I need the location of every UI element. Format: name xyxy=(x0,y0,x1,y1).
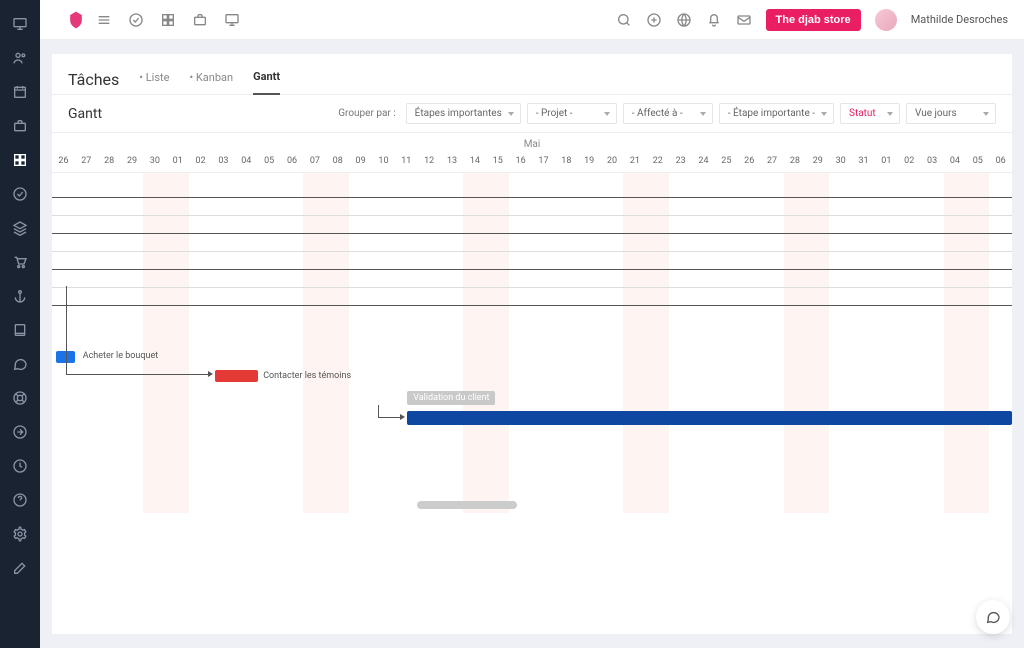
day-cell: 15 xyxy=(486,150,509,172)
day-cell: 21 xyxy=(623,150,646,172)
day-cell: 05 xyxy=(966,150,989,172)
day-cell: 02 xyxy=(898,150,921,172)
tab-list[interactable]: • Liste xyxy=(139,65,169,94)
tab-gantt[interactable]: Gantt xyxy=(253,64,280,95)
month-label: Mai xyxy=(52,133,1012,150)
day-cell: 22 xyxy=(646,150,669,172)
day-cell: 04 xyxy=(235,150,258,172)
store-button[interactable]: The djab store xyxy=(766,9,861,31)
clock-icon[interactable] xyxy=(12,458,28,474)
globe-icon[interactable] xyxy=(676,12,692,28)
milestone-label[interactable]: Validation du client xyxy=(407,391,495,405)
avatar[interactable] xyxy=(875,9,897,31)
day-cell: 16 xyxy=(509,150,532,172)
gantt-subtitle: Gantt xyxy=(68,106,102,122)
day-cell: 19 xyxy=(578,150,601,172)
mail-icon[interactable] xyxy=(736,12,752,28)
day-cell: 04 xyxy=(944,150,967,172)
day-cell: 17 xyxy=(532,150,555,172)
day-cell: 23 xyxy=(669,150,692,172)
day-cell: 06 xyxy=(989,150,1012,172)
day-cell: 20 xyxy=(601,150,624,172)
chat-icon[interactable] xyxy=(12,356,28,372)
users-icon[interactable] xyxy=(12,50,28,66)
edit-icon[interactable] xyxy=(12,560,28,576)
day-cell: 02 xyxy=(189,150,212,172)
day-cell: 01 xyxy=(166,150,189,172)
day-cell: 09 xyxy=(349,150,372,172)
day-cell: 29 xyxy=(121,150,144,172)
day-cell: 28 xyxy=(784,150,807,172)
day-cell: 18 xyxy=(555,150,578,172)
day-cell: 08 xyxy=(326,150,349,172)
filter-milestone[interactable]: - Étape importante - xyxy=(719,103,834,124)
logo-icon xyxy=(66,10,86,30)
tab-kanban[interactable]: • Kanban xyxy=(189,65,233,94)
day-cell: 31 xyxy=(852,150,875,172)
lifebuoy-icon[interactable] xyxy=(12,390,28,406)
day-cell: 30 xyxy=(143,150,166,172)
day-cell: 03 xyxy=(212,150,235,172)
filter-view[interactable]: Vue jours xyxy=(906,103,996,124)
task-bar-3[interactable] xyxy=(407,411,1012,425)
bell-icon[interactable] xyxy=(706,12,722,28)
day-cell: 07 xyxy=(303,150,326,172)
day-cell: 14 xyxy=(463,150,486,172)
group-by-label: Grouper par : xyxy=(338,108,395,119)
calendar-icon[interactable] xyxy=(12,84,28,100)
horizontal-scrollbar[interactable] xyxy=(417,501,517,509)
grid-icon[interactable] xyxy=(12,152,28,168)
export-icon[interactable] xyxy=(12,424,28,440)
menu-icon[interactable] xyxy=(96,12,112,28)
filter-status[interactable]: Statut xyxy=(840,103,900,124)
day-cell: 26 xyxy=(738,150,761,172)
day-cell: 26 xyxy=(52,150,75,172)
plus-icon[interactable] xyxy=(646,12,662,28)
book-icon[interactable] xyxy=(12,322,28,338)
check-circle-icon[interactable] xyxy=(128,12,144,28)
day-cell: 06 xyxy=(281,150,304,172)
page-title: Tâches xyxy=(68,70,119,89)
filter-assigned[interactable]: - Affecté à - xyxy=(623,103,713,124)
briefcase-icon[interactable] xyxy=(12,118,28,134)
anchor-icon[interactable] xyxy=(12,288,28,304)
day-cell: 29 xyxy=(806,150,829,172)
monitor-top-icon[interactable] xyxy=(224,12,240,28)
day-cell: 24 xyxy=(692,150,715,172)
day-cell: 11 xyxy=(395,150,418,172)
user-name: Mathilde Desroches xyxy=(911,13,1008,26)
day-cell: 28 xyxy=(98,150,121,172)
help-icon[interactable] xyxy=(12,492,28,508)
layers-icon[interactable] xyxy=(12,220,28,236)
day-cell: 03 xyxy=(921,150,944,172)
task-label-1: Acheter le bouquet xyxy=(83,351,158,361)
day-cell: 13 xyxy=(441,150,464,172)
settings-icon[interactable] xyxy=(12,526,28,542)
day-cell: 27 xyxy=(761,150,784,172)
help-fab[interactable] xyxy=(976,600,1010,634)
day-cell: 12 xyxy=(418,150,441,172)
briefcase-top-icon[interactable] xyxy=(192,12,208,28)
grid-top-icon[interactable] xyxy=(160,12,176,28)
monitor-icon[interactable] xyxy=(12,16,28,32)
day-cell: 27 xyxy=(75,150,98,172)
day-cell: 10 xyxy=(372,150,395,172)
cart-icon[interactable] xyxy=(12,254,28,270)
day-cell: 30 xyxy=(829,150,852,172)
filter-project[interactable]: - Projet - xyxy=(527,103,617,124)
day-cell: 25 xyxy=(715,150,738,172)
day-cell: 01 xyxy=(875,150,898,172)
task-bar-2[interactable] xyxy=(215,370,258,382)
check-icon[interactable] xyxy=(12,186,28,202)
search-icon[interactable] xyxy=(616,12,632,28)
filter-milestones[interactable]: Étapes importantes xyxy=(406,103,521,124)
task-label-2: Contacter les témoins xyxy=(263,371,351,381)
day-cell: 05 xyxy=(258,150,281,172)
